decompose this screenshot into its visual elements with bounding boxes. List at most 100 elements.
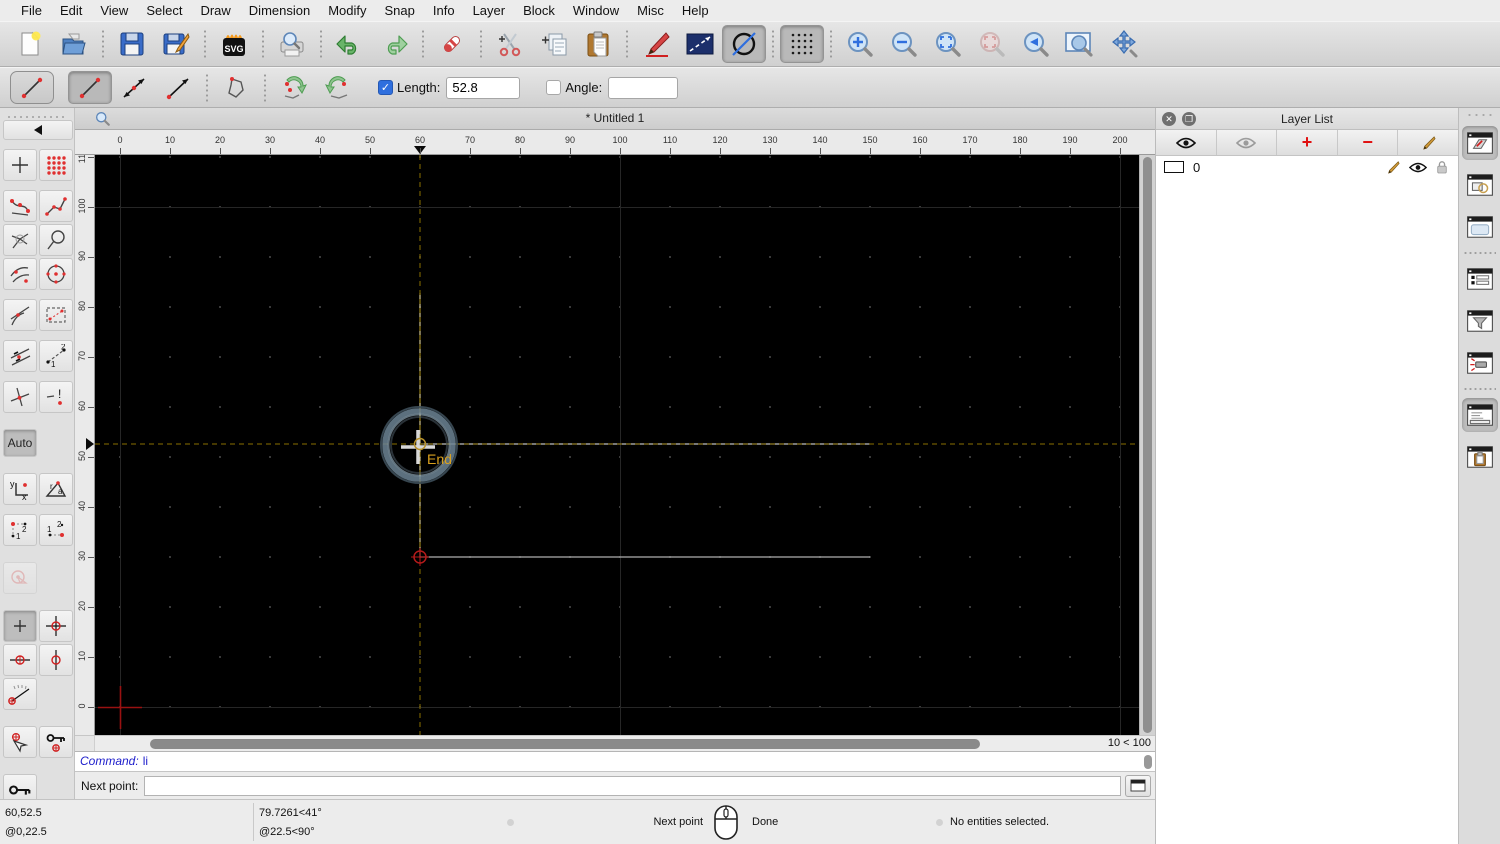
paste-button[interactable] xyxy=(576,25,620,63)
menu-item-dimension[interactable]: Dimension xyxy=(240,3,319,18)
dock-light-window-button[interactable] xyxy=(1462,346,1498,380)
line-2-points-button[interactable] xyxy=(68,71,112,104)
vertical-scrollbar-thumb[interactable] xyxy=(1143,157,1152,733)
menu-item-help[interactable]: Help xyxy=(673,3,718,18)
menu-item-window[interactable]: Window xyxy=(564,3,628,18)
dock-clipboard-window-button[interactable] xyxy=(1462,440,1498,474)
copy-button[interactable] xyxy=(532,25,576,63)
pen-button[interactable] xyxy=(634,25,678,63)
dock-entity-list-window-button[interactable] xyxy=(1462,262,1498,296)
polyline-button[interactable] xyxy=(214,71,258,104)
save-button[interactable] xyxy=(110,25,154,63)
sidebar-grip[interactable] xyxy=(6,110,68,118)
snap-entity-button[interactable] xyxy=(3,726,37,758)
print-preview-button[interactable] xyxy=(270,25,314,63)
coordinate-xy-button[interactable]: y x xyxy=(3,473,37,505)
menu-item-block[interactable]: Block xyxy=(514,3,564,18)
drawing-canvas[interactable]: End xyxy=(95,155,1139,735)
menu-item-select[interactable]: Select xyxy=(137,3,191,18)
menu-item-misc[interactable]: Misc xyxy=(628,3,673,18)
show-all-layers-button[interactable] xyxy=(1156,130,1217,155)
line-tool-button[interactable] xyxy=(10,71,54,104)
snap-grid-button[interactable] xyxy=(39,610,73,642)
dock-layer-list-window-button[interactable] xyxy=(1461,126,1498,160)
layer-lock-icon[interactable] xyxy=(1436,160,1448,174)
dock-library-browser-window-button[interactable] xyxy=(1462,210,1498,244)
menu-item-view[interactable]: View xyxy=(91,3,137,18)
line-ray-button[interactable] xyxy=(156,71,200,104)
line-attributes-button[interactable] xyxy=(678,25,722,63)
zoom-window-button[interactable] xyxy=(1058,25,1102,63)
arcs-point-button[interactable] xyxy=(3,258,37,290)
snap-horizontal-button[interactable] xyxy=(3,644,37,676)
snap-free-button[interactable] xyxy=(3,610,37,642)
redo-button[interactable] xyxy=(372,25,416,63)
sequence-1-2-a-button[interactable]: 1 2 xyxy=(3,514,37,546)
export-svg-button[interactable]: SVG xyxy=(212,25,256,63)
snap-vertical-button[interactable] xyxy=(39,644,73,676)
menu-item-file[interactable]: File xyxy=(12,3,51,18)
layer-color-swatch[interactable] xyxy=(1164,161,1184,173)
dock-command-window-button[interactable] xyxy=(1461,398,1498,432)
dock-filter-window-button[interactable] xyxy=(1462,304,1498,338)
angle-checkbox[interactable] xyxy=(546,80,562,95)
zoom-pan-button[interactable] xyxy=(1102,25,1146,63)
save-as-button[interactable] xyxy=(154,25,198,63)
edit-layer-button[interactable] xyxy=(1398,130,1458,155)
circle-center-points-button[interactable] xyxy=(39,258,73,290)
lock-relative-zero-button[interactable] xyxy=(3,774,37,799)
menu-item-draw[interactable]: Draw xyxy=(191,3,239,18)
horizontal-scrollbar-thumb[interactable] xyxy=(150,739,980,749)
dock-grip[interactable] xyxy=(1466,112,1493,118)
undo-button[interactable] xyxy=(328,25,372,63)
command-input[interactable] xyxy=(144,775,1121,796)
menu-item-edit[interactable]: Edit xyxy=(51,3,91,18)
coordinate-polar-button[interactable]: r a xyxy=(39,473,73,505)
tangent-line-arc-button[interactable] xyxy=(3,299,37,331)
zoom-previous-button[interactable] xyxy=(1014,25,1058,63)
two-points-numbered-button[interactable]: 1 2 xyxy=(39,340,73,372)
command-history[interactable]: Command: li xyxy=(75,751,1155,771)
auto-snap-button[interactable]: Auto xyxy=(3,429,37,457)
menu-item-info[interactable]: Info xyxy=(424,3,464,18)
grid-toggle[interactable] xyxy=(780,25,824,63)
menu-item-modify[interactable]: Modify xyxy=(319,3,375,18)
redo-segment-button[interactable] xyxy=(316,71,360,104)
canvas-vertical-scrollbar[interactable] xyxy=(1139,155,1155,735)
layer-edit-pencil-icon[interactable] xyxy=(1386,160,1400,174)
line-angle-button[interactable] xyxy=(112,71,156,104)
intersection-manual-button[interactable]: ! xyxy=(39,381,73,413)
menu-item-layer[interactable]: Layer xyxy=(464,3,515,18)
menu-item-snap[interactable]: Snap xyxy=(376,3,424,18)
zoom-in-button[interactable] xyxy=(838,25,882,63)
points-matrix-button[interactable] xyxy=(39,149,73,181)
hide-all-layers-button[interactable] xyxy=(1217,130,1278,155)
command-scrollbar-thumb[interactable] xyxy=(1144,755,1152,769)
angle-input[interactable] xyxy=(608,76,679,99)
delete-entities-button[interactable] xyxy=(430,25,474,63)
snap-lock-button[interactable] xyxy=(39,726,73,758)
selection-rectangle-button[interactable] xyxy=(39,299,73,331)
cut-button[interactable] xyxy=(488,25,532,63)
remove-layer-button[interactable]: − xyxy=(1338,130,1399,155)
snap-angle-gauge-button[interactable] xyxy=(3,678,37,710)
spline-points-button[interactable] xyxy=(3,190,37,222)
length-checkbox[interactable]: ✓ xyxy=(378,80,393,95)
layer-row[interactable]: 0 xyxy=(1156,156,1458,178)
draft-mode-toggle[interactable] xyxy=(722,25,766,63)
length-input[interactable] xyxy=(446,76,521,99)
new-document-button[interactable] xyxy=(8,25,52,63)
open-file-button[interactable] xyxy=(52,25,96,63)
add-layer-button[interactable]: + xyxy=(1277,130,1338,155)
circle-leader-button[interactable] xyxy=(39,224,73,256)
undo-segment-button[interactable] xyxy=(272,71,316,104)
zoom-out-button[interactable] xyxy=(882,25,926,63)
layer-visibility-eye-icon[interactable] xyxy=(1409,162,1427,173)
intersection-button[interactable] xyxy=(3,381,37,413)
point-tool-button[interactable] xyxy=(3,149,37,181)
zoom-auto-button[interactable] xyxy=(926,25,970,63)
tangent-fork-button[interactable] xyxy=(3,224,37,256)
canvas-horizontal-scrollbar[interactable] xyxy=(95,736,1093,751)
back-button[interactable] xyxy=(3,120,73,140)
command-detach-button[interactable] xyxy=(1125,774,1151,797)
